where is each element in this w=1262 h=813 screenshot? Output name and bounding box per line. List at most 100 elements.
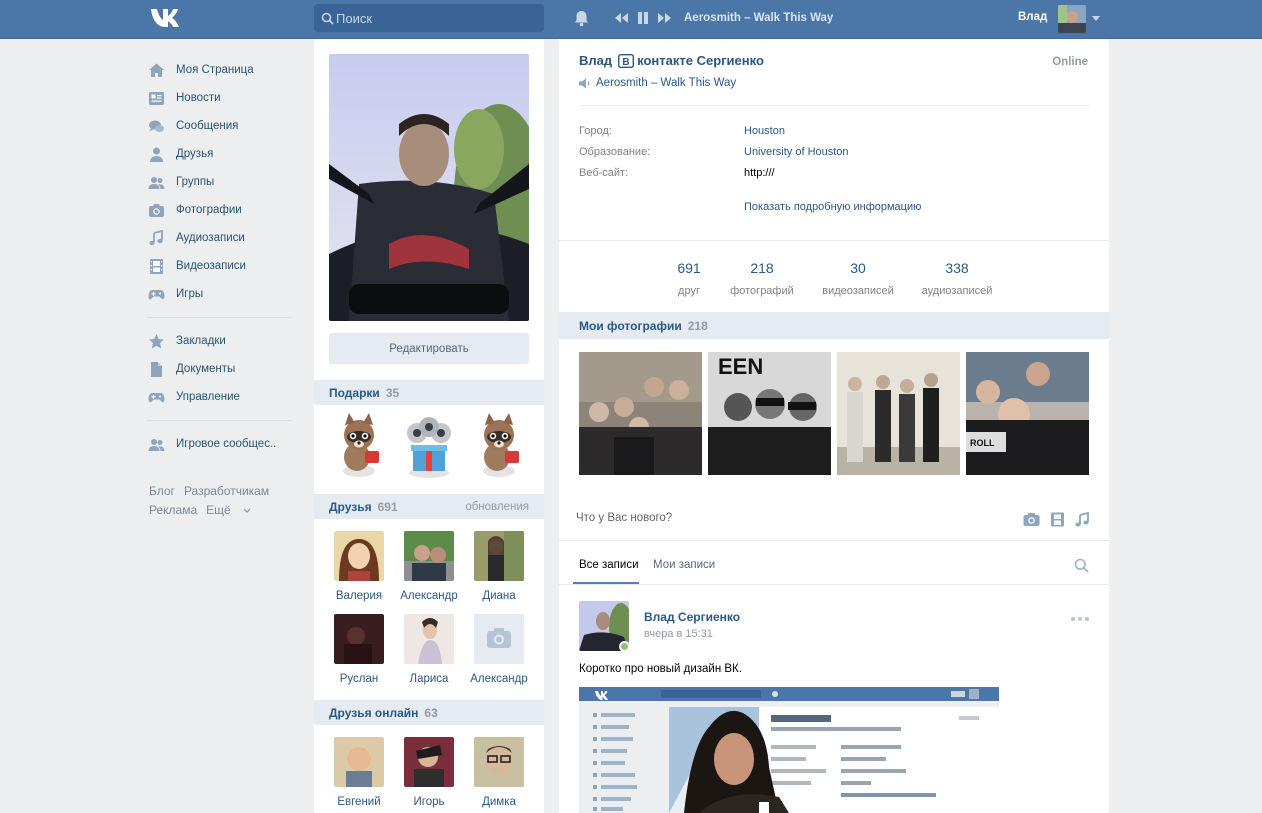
nav-label: Моя Страница bbox=[176, 64, 254, 76]
nav-documents[interactable]: Документы bbox=[147, 355, 297, 383]
friends-header[interactable]: Друзья 691 обновления bbox=[314, 494, 544, 519]
status-text: Aerosmith – Walk This Way bbox=[596, 77, 737, 89]
friend-card[interactable]: Валерия bbox=[324, 531, 394, 602]
post-image[interactable] bbox=[579, 687, 999, 813]
nav-divider bbox=[147, 317, 292, 318]
footer-link-more[interactable]: Ещё bbox=[206, 503, 251, 517]
my-photos-title: Мои фотографии bbox=[579, 318, 682, 333]
nav-gaming-community[interactable]: Игровое сообщес.. bbox=[147, 430, 297, 458]
post-author-name[interactable]: Влад Сергиенко bbox=[644, 610, 740, 624]
more-options-icon[interactable] bbox=[1069, 609, 1091, 629]
music-note-icon[interactable] bbox=[1074, 512, 1091, 527]
now-playing-track[interactable]: Aerosmith – Walk This Way bbox=[684, 12, 833, 24]
v-badge-icon: B bbox=[618, 53, 635, 68]
chevron-down-icon[interactable] bbox=[1092, 16, 1100, 22]
vk-logo[interactable] bbox=[149, 6, 183, 30]
photo-thumbnail[interactable] bbox=[837, 352, 960, 475]
show-more-info-link[interactable]: Показать подробную информацию bbox=[744, 201, 921, 213]
speaker-icon bbox=[579, 78, 590, 88]
post-composer-input[interactable]: Что у Вас нового? bbox=[576, 512, 672, 524]
camera-icon[interactable] bbox=[1023, 512, 1040, 527]
info-value-website[interactable]: http:/// bbox=[744, 167, 775, 179]
top-user-name[interactable]: Влад bbox=[1018, 11, 1047, 23]
friend-avatar bbox=[334, 737, 384, 787]
nav-videos[interactable]: Видеозаписи bbox=[147, 252, 297, 280]
photo-thumbnail[interactable]: ROLL bbox=[966, 352, 1089, 475]
nav-games[interactable]: Игры bbox=[147, 280, 297, 308]
counter-audio[interactable]: 338 аудиозаписей bbox=[912, 260, 1002, 297]
friend-card[interactable]: Лариса bbox=[394, 614, 464, 685]
top-avatar[interactable] bbox=[1058, 5, 1086, 33]
nav-friends[interactable]: Друзья bbox=[147, 140, 297, 168]
nav-my-page[interactable]: Моя Страница bbox=[147, 56, 297, 84]
raccoon-gift-icon[interactable] bbox=[329, 413, 389, 479]
friend-card[interactable]: Диана bbox=[464, 531, 534, 602]
divider bbox=[559, 584, 1109, 585]
footer-link-developers[interactable]: Разработчикам bbox=[184, 484, 269, 498]
info-label-website: Веб-сайт: bbox=[579, 167, 629, 179]
nav-manage[interactable]: Управление bbox=[147, 383, 297, 411]
profile-photo[interactable] bbox=[329, 54, 529, 321]
svg-text:EEN: EEN bbox=[718, 354, 763, 379]
pause-icon[interactable] bbox=[635, 11, 651, 25]
counter-label: аудиозаписей bbox=[921, 285, 993, 297]
nav-label: Аудиозаписи bbox=[176, 232, 245, 244]
search-icon[interactable] bbox=[1074, 558, 1089, 573]
footer-link-blog[interactable]: Блог bbox=[149, 484, 175, 498]
friend-card[interactable]: Руслан bbox=[324, 614, 394, 685]
nav-audio[interactable]: Аудиозаписи bbox=[147, 224, 297, 252]
nav-label: Закладки bbox=[176, 335, 226, 347]
friends-updates-link[interactable]: обновления bbox=[465, 501, 529, 513]
tab-my-posts[interactable]: Мои записи bbox=[653, 559, 715, 571]
nav-footer: Блог Разработчикам Реклама Ещё bbox=[149, 482, 278, 520]
footer-more-label: Ещё bbox=[206, 503, 231, 517]
nav-messages[interactable]: Сообщения bbox=[147, 112, 297, 140]
film-icon[interactable] bbox=[1049, 512, 1066, 527]
star-icon bbox=[149, 333, 164, 348]
profile-wide-column: Влад B контакте Сергиенко Online Aerosmi… bbox=[559, 39, 1109, 813]
post-text: Коротко про новый дизайн ВК. bbox=[579, 663, 742, 675]
friend-avatar bbox=[474, 614, 524, 664]
next-track-icon[interactable] bbox=[656, 11, 672, 25]
left-menu: Моя Страница Новости Сообщения Друзья Гр… bbox=[147, 56, 297, 458]
online-status: Online bbox=[1052, 56, 1088, 68]
divider bbox=[559, 240, 1109, 241]
friend-name: Диана bbox=[482, 590, 516, 602]
counter-videos[interactable]: 30 видеозаписей bbox=[813, 260, 903, 297]
nav-news[interactable]: Новости bbox=[147, 84, 297, 112]
raccoon-gift-icon[interactable] bbox=[469, 413, 529, 479]
friends-title: Друзья bbox=[329, 499, 372, 514]
friend-name: Валерия bbox=[335, 590, 383, 602]
gifts-header[interactable]: Подарки 35 bbox=[314, 380, 544, 405]
friend-avatar bbox=[334, 614, 384, 664]
profile-status[interactable]: Aerosmith – Walk This Way bbox=[579, 77, 736, 89]
online-friend-card[interactable]: Димка bbox=[464, 737, 534, 808]
info-value-city[interactable]: Houston bbox=[744, 125, 785, 137]
photo-thumbnail[interactable] bbox=[579, 352, 702, 475]
online-friend-card[interactable]: Евгений bbox=[324, 737, 394, 808]
svg-text:ROLL: ROLL bbox=[970, 438, 995, 448]
friend-name: Александр bbox=[470, 673, 528, 685]
friend-card[interactable]: Александр bbox=[464, 614, 534, 685]
nav-photos[interactable]: Фотографии bbox=[147, 196, 297, 224]
search-box[interactable] bbox=[314, 4, 544, 32]
nav-bookmarks[interactable]: Закладки bbox=[147, 327, 297, 355]
tab-all-posts[interactable]: Все записи bbox=[579, 559, 639, 571]
bell-icon[interactable] bbox=[572, 9, 591, 28]
previous-track-icon[interactable] bbox=[614, 11, 630, 25]
counter-label: видеозаписей bbox=[822, 285, 894, 297]
photo-thumbnail[interactable]: EEN bbox=[708, 352, 831, 475]
footer-link-ads[interactable]: Реклама bbox=[149, 503, 197, 517]
nav-groups[interactable]: Группы bbox=[147, 168, 297, 196]
info-value-education[interactable]: University of Houston bbox=[744, 146, 849, 158]
search-input[interactable] bbox=[334, 4, 539, 32]
edit-profile-button[interactable]: Редактировать bbox=[329, 333, 529, 364]
info-label-education: Образование: bbox=[579, 146, 651, 158]
friends-online-header[interactable]: Друзья онлайн 63 bbox=[314, 700, 544, 725]
friend-card[interactable]: Александр bbox=[394, 531, 464, 602]
online-friend-card[interactable]: Игорь bbox=[394, 737, 464, 808]
gift-box-icon[interactable] bbox=[399, 413, 459, 479]
post-timestamp[interactable]: вчера в 15:31 bbox=[644, 628, 713, 640]
counter-photos[interactable]: 218 фотографий bbox=[717, 260, 807, 297]
my-photos-header[interactable]: Мои фотографии 218 bbox=[559, 312, 1109, 339]
